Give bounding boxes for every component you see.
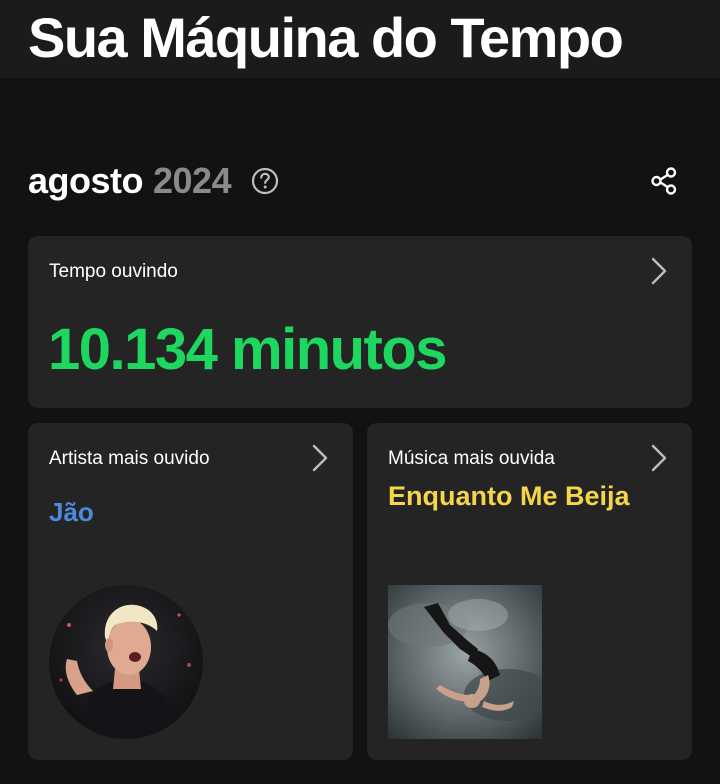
share-icon[interactable]	[648, 165, 680, 197]
chevron-right-icon	[651, 257, 667, 285]
chevron-right-icon	[312, 444, 328, 472]
top-artist-name: Jão	[49, 497, 94, 527]
listening-time-card[interactable]: Tempo ouvindo 10.134 minutos	[28, 236, 692, 408]
top-song-card[interactable]: Música mais ouvida Enquanto Me Beija	[367, 423, 692, 760]
top-song-label: Música mais ouvida	[388, 448, 555, 469]
period-year: 2024	[153, 160, 232, 201]
listening-time-label: Tempo ouvindo	[49, 261, 178, 282]
period-row: agosto 2024	[28, 158, 281, 204]
chevron-right-icon	[651, 444, 667, 472]
title-bar: Sua Máquina do Tempo	[0, 0, 720, 78]
top-song-name: Enquanto Me Beija	[388, 481, 630, 511]
top-artist-card[interactable]: Artista mais ouvido Jão	[28, 423, 353, 760]
artist-photo	[49, 585, 203, 739]
period-month: agosto	[28, 160, 144, 201]
listening-time-value: 10.134 minutos	[48, 317, 448, 382]
top-artist-label: Artista mais ouvido	[49, 448, 210, 469]
help-circle-icon[interactable]	[249, 165, 281, 197]
page-title: Sua Máquina do Tempo	[28, 6, 624, 69]
album-cover	[388, 585, 542, 739]
